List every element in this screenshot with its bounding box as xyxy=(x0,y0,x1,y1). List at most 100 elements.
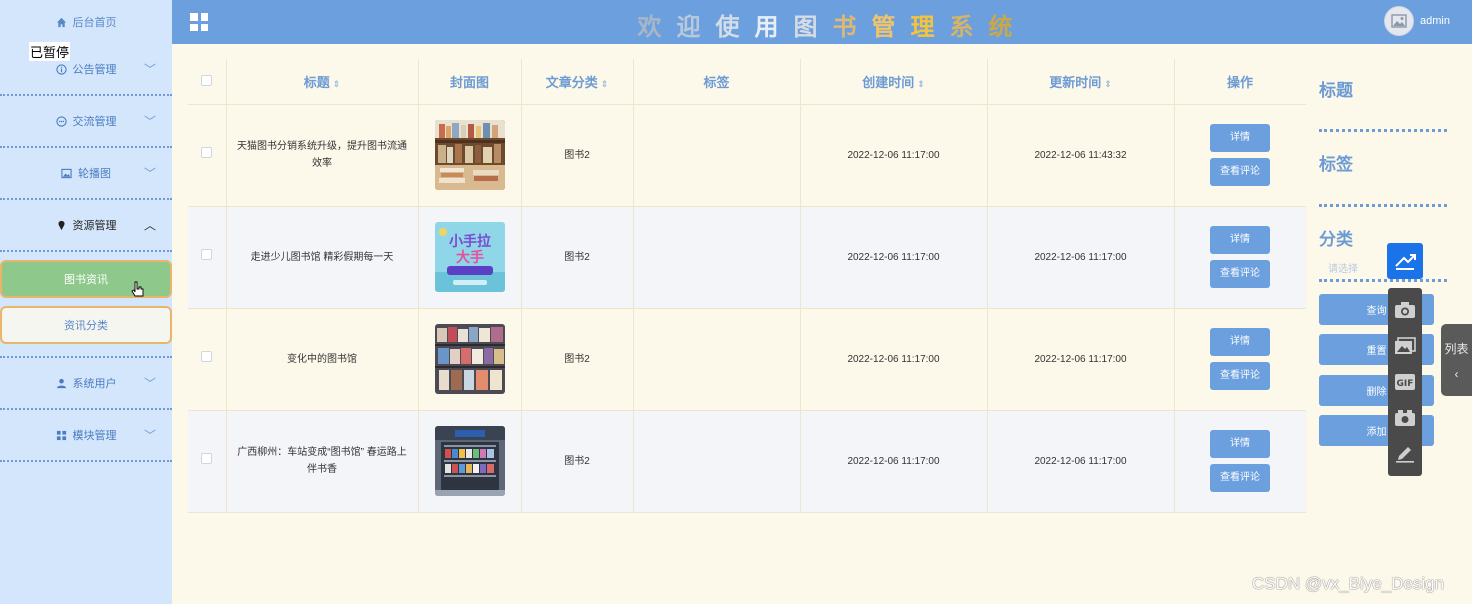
title-char: 图 xyxy=(793,14,818,41)
row-checkbox[interactable] xyxy=(201,350,213,362)
cell-cover xyxy=(418,104,522,207)
view-comments-button[interactable]: 查看评论 xyxy=(1210,362,1270,390)
watermark: CSDN @vx_Biye_Design xyxy=(1252,574,1445,593)
select-all-cell xyxy=(188,59,227,105)
sidebar-item-label: 资源管理 xyxy=(72,220,117,232)
list-tab-label: 列表 xyxy=(1444,342,1469,356)
row-select-cell xyxy=(188,104,227,207)
title-char: 系 xyxy=(949,14,974,41)
category-select[interactable]: 请选择 xyxy=(1328,260,1358,275)
search-category-label: 分类 xyxy=(1319,230,1353,249)
cell-actions: 详情 查看评论 xyxy=(1174,206,1307,309)
title-char: 欢 xyxy=(637,14,662,41)
cell-category: 图书2 xyxy=(521,410,634,513)
row-checkbox[interactable] xyxy=(201,452,213,464)
camera-icon[interactable] xyxy=(1394,300,1416,320)
top-header: 欢迎使用图书管理系统 admin xyxy=(172,0,1472,44)
table-row[interactable]: 广西柳州：车站变成“图书馆” 春运路上伴书香 图书2 2022-12-06 11:1… xyxy=(188,410,1307,513)
hand-cursor-icon xyxy=(131,281,144,297)
search-title-label: 标题 xyxy=(1319,81,1353,100)
sidebar-item-resources[interactable]: 资源管理 ︿ xyxy=(0,200,172,252)
row-select-cell xyxy=(188,308,227,411)
video-icon[interactable] xyxy=(1394,408,1416,428)
cell-updated: 2022-12-06 11:17:00 xyxy=(987,410,1175,513)
home-icon xyxy=(56,17,66,27)
capture-toolbar: GIF xyxy=(1388,288,1422,476)
menu-toggle-icon[interactable] xyxy=(190,13,208,31)
sidebar-home[interactable]: 后台首页 xyxy=(0,0,172,44)
grid-icon xyxy=(56,430,66,440)
images-icon[interactable] xyxy=(1394,336,1416,356)
chevron-left-icon: ‹ xyxy=(1454,367,1459,381)
cell-updated: 2022-12-06 11:17:00 xyxy=(987,308,1175,411)
cell-title: 广西柳州：车站变成“图书馆” 春运路上伴书香 xyxy=(226,410,419,513)
cover-image: 小手拉大手 xyxy=(434,222,505,292)
gif-icon[interactable]: GIF xyxy=(1394,372,1416,392)
sidebar-item-users[interactable]: 系统用户 ﹀ xyxy=(0,358,172,410)
search-tag-input[interactable] xyxy=(1319,204,1447,207)
edit-icon[interactable] xyxy=(1394,444,1416,464)
table-row[interactable]: 天猫图书分销系统升级，提升图书流通效率 图书2 2022-12-06 11:17:0… xyxy=(188,104,1307,207)
view-comments-button[interactable]: 查看评论 xyxy=(1210,260,1270,288)
table-row[interactable]: 走进少儿图书馆 精彩假期每一天 小手拉 大手 图书2 2022-12-06 11:17:… xyxy=(188,206,1307,309)
title-char: 用 xyxy=(754,14,779,41)
sidebar-item-modules[interactable]: 模块管理 ﹀ xyxy=(0,410,172,462)
view-comments-button[interactable]: 查看评论 xyxy=(1210,464,1270,492)
table-row[interactable]: 变化中的图书馆 图书2 2022-12-06 11:17:00 2022-12-06 … xyxy=(188,308,1307,411)
title-char: 使 xyxy=(715,14,740,41)
search-title-input[interactable] xyxy=(1319,129,1447,132)
cell-tag xyxy=(633,206,801,309)
column-header-category[interactable]: 文章分类 ⇕ xyxy=(521,59,634,105)
sort-icon[interactable]: ⇕ xyxy=(1104,79,1112,89)
user-menu[interactable]: admin xyxy=(1384,6,1450,36)
cell-category: 图书2 xyxy=(521,206,634,309)
chevron-down-icon: ﹀ xyxy=(143,428,156,443)
cell-actions: 详情 查看评论 xyxy=(1174,308,1307,411)
submenu-item-label: 图书资讯 xyxy=(64,274,108,286)
submenu-item-news-category[interactable]: 资讯分类 xyxy=(0,306,172,344)
sidebar-home-label: 后台首页 xyxy=(72,17,117,29)
column-header-actions: 操作 xyxy=(1174,59,1307,105)
sidebar-item-exchange[interactable]: 交流管理 ﹀ xyxy=(0,96,172,148)
detail-button[interactable]: 详情 xyxy=(1210,124,1270,152)
select-all-checkbox[interactable] xyxy=(201,74,213,86)
title-char: 书 xyxy=(832,14,857,41)
sidebar: 后台首页 公告管理 ﹀ 交流管理 ﹀ 轮播图 ﹀ 资源管理 ︿ 图书资讯 资讯分… xyxy=(0,0,172,604)
sidebar-item-notice[interactable]: 公告管理 ﹀ xyxy=(0,44,172,96)
column-header-cover: 封面图 xyxy=(418,59,522,105)
detail-button[interactable]: 详情 xyxy=(1210,430,1270,458)
sort-icon[interactable]: ⇕ xyxy=(333,79,341,89)
list-panel-tab[interactable]: 列表 ‹ xyxy=(1441,324,1472,396)
column-header-title[interactable]: 标题 ⇕ xyxy=(226,59,419,105)
chevron-down-icon: ﹀ xyxy=(143,114,156,129)
cover-image xyxy=(434,120,505,190)
avatar xyxy=(1384,6,1415,36)
sort-icon[interactable]: ⇕ xyxy=(601,79,609,89)
svg-text:大手: 大手 xyxy=(456,249,484,266)
sidebar-item-label: 模块管理 xyxy=(72,430,117,442)
cell-created: 2022-12-06 11:17:00 xyxy=(800,410,988,513)
username: admin xyxy=(1420,15,1450,27)
sidebar-item-label: 公告管理 xyxy=(72,64,117,76)
column-header-created[interactable]: 创建时间 ⇕ xyxy=(800,59,988,105)
row-select-cell xyxy=(188,410,227,513)
view-comments-button[interactable]: 查看评论 xyxy=(1210,158,1270,186)
row-checkbox[interactable] xyxy=(201,248,213,260)
detail-button[interactable]: 详情 xyxy=(1210,328,1270,356)
detail-button[interactable]: 详情 xyxy=(1210,226,1270,254)
data-table: 标题 ⇕ 封面图 文章分类 ⇕ 标签 创建时间 ⇕ 更新时间 ⇕ 操作 天猫图书分销系统… xyxy=(188,59,1307,513)
chevron-down-icon: ﹀ xyxy=(143,376,156,391)
share-icon[interactable] xyxy=(1387,243,1423,279)
row-select-cell xyxy=(188,206,227,309)
cover-image xyxy=(434,324,505,394)
sort-icon[interactable]: ⇕ xyxy=(917,79,925,89)
row-checkbox[interactable] xyxy=(201,146,213,158)
sidebar-item-carousel[interactable]: 轮播图 ﹀ xyxy=(0,148,172,200)
column-header-updated[interactable]: 更新时间 ⇕ xyxy=(987,59,1175,105)
chevron-up-icon: ︿ xyxy=(143,218,156,233)
cell-cover: 小手拉 大手 xyxy=(418,206,522,309)
submenu-item-book-news[interactable]: 图书资讯 xyxy=(0,260,172,298)
cell-created: 2022-12-06 11:17:00 xyxy=(800,104,988,207)
cell-created: 2022-12-06 11:17:00 xyxy=(800,206,988,309)
sidebar-item-label: 交流管理 xyxy=(72,116,117,128)
